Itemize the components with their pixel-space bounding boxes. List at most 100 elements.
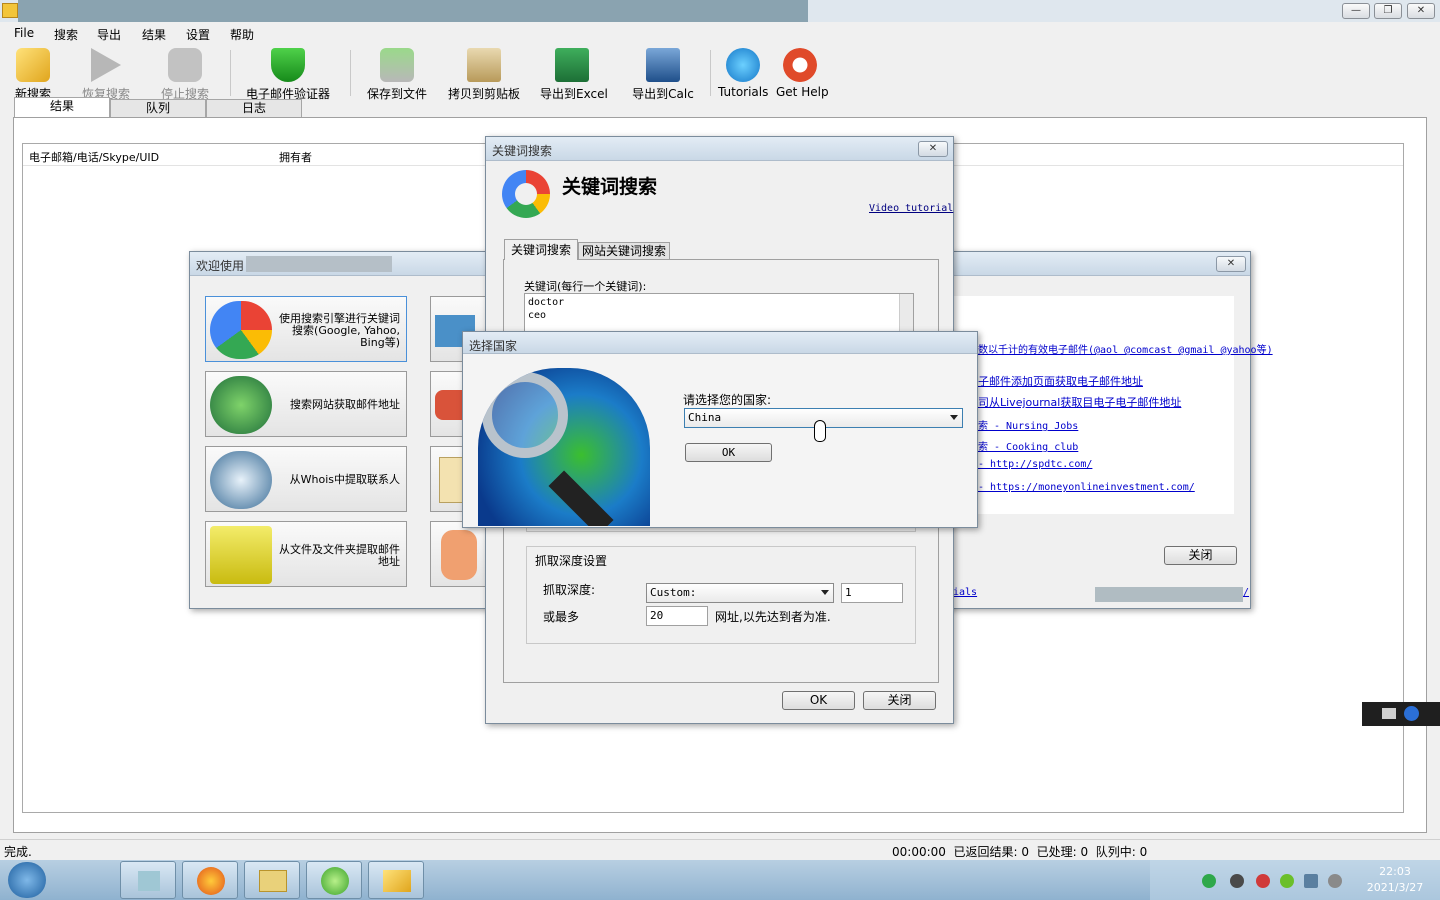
clipboard-icon [467, 48, 501, 82]
tab-keyword-search[interactable]: 关键词搜索 [504, 239, 578, 260]
export-excel-label: 导出到Excel [540, 87, 608, 101]
folder-icon [259, 870, 287, 892]
email-verifier-button[interactable]: 电子邮件验证器 [244, 48, 332, 102]
start-button[interactable] [8, 862, 46, 898]
tray-update-icon[interactable] [1280, 874, 1294, 888]
whois-extract-label: 从Whois中提取联系人 [289, 473, 400, 486]
tab-site-keyword-search[interactable]: 网站关键词搜索 [578, 242, 670, 260]
link-add-page[interactable]: 子邮件添加页面获取电子邮件地址 [978, 373, 1143, 389]
menu-export[interactable]: 导出 [97, 26, 121, 43]
title-filler [246, 256, 392, 272]
depth-select[interactable]: Custom: [646, 583, 834, 603]
export-calc-button[interactable]: 导出到Calc [632, 48, 694, 102]
menu-file[interactable]: File [14, 26, 34, 40]
whois-extract-button[interactable]: 从Whois中提取联系人 [205, 446, 407, 512]
taskbar-email-extractor[interactable] [368, 861, 424, 899]
maximize-button[interactable]: ❐ [1374, 3, 1402, 19]
close-button[interactable]: ✕ [1407, 3, 1435, 19]
tray-volume-mute-icon[interactable] [1328, 874, 1342, 888]
tab-log[interactable]: 日志 [206, 99, 302, 118]
floating-language-bar[interactable] [1362, 702, 1440, 726]
tab-queue[interactable]: 队列 [110, 99, 206, 118]
play-icon [91, 48, 121, 82]
keyword-search-engine-button[interactable]: 使用搜索引擎进行关键词搜索(Google, Yahoo, Bing等) [205, 296, 407, 362]
keyboard-icon[interactable] [1382, 708, 1396, 719]
depth-select-value: Custom: [650, 586, 697, 599]
google-logo-hole [515, 183, 537, 205]
tutorials-link[interactable]: ials [953, 587, 977, 598]
menu-results[interactable]: 结果 [142, 26, 166, 43]
file-extract-button[interactable]: 从文件及文件夹提取邮件地址 [205, 521, 407, 587]
taskbar-app-1[interactable] [120, 861, 176, 899]
depth-group-label: 抓取深度设置 [533, 552, 610, 569]
taskbar-firefox[interactable] [182, 861, 238, 899]
link-email-providers[interactable]: 数以千计的有效电子邮件(@aol @comcast @gmail @yahoo等… [978, 341, 1273, 356]
max-value-input[interactable]: 20 [646, 606, 708, 626]
help-icon[interactable] [1404, 706, 1419, 721]
tray-signal-icon[interactable] [1304, 874, 1318, 888]
app-icon [383, 870, 411, 892]
link-spdtc[interactable]: - http://spdtc.com/ [978, 459, 1092, 470]
search-websites-label: 搜索网站获取邮件地址 [290, 398, 400, 411]
taskbar-explorer[interactable] [244, 861, 300, 899]
right-link-fragment[interactable]: / [1243, 587, 1249, 598]
taskbar-sync[interactable] [306, 861, 362, 899]
copy-clipboard-button[interactable]: 拷贝到剪贴板 [446, 48, 522, 102]
welcome-close-button[interactable]: ✕ [1216, 256, 1246, 272]
save-to-file-label: 保存到文件 [366, 87, 427, 101]
keywords-textarea[interactable]: doctor ceo [524, 293, 914, 333]
menu-search[interactable]: 搜索 [54, 26, 78, 43]
status-text: 完成. [4, 845, 32, 859]
folder-icon [210, 526, 272, 584]
tab-results[interactable]: 结果 [14, 97, 110, 118]
keyword-close-button[interactable]: 关闭 [863, 691, 936, 710]
get-help-button[interactable]: Get Help [776, 48, 829, 99]
menu-settings[interactable]: 设置 [186, 26, 210, 43]
country-select-value: China [688, 411, 722, 424]
tray-network-icon[interactable] [1202, 874, 1216, 888]
sync-icon [321, 867, 349, 895]
info-icon [726, 48, 760, 82]
country-ok-button[interactable]: OK [685, 443, 772, 462]
keyword-close-x[interactable]: ✕ [918, 141, 948, 157]
column-email[interactable]: 电子邮箱/电话/Skype/UID [29, 149, 159, 165]
status-bar: 完成. 00:00:00 已返回结果: 0 已处理: 0 队列中: 0 [0, 839, 1440, 859]
link-moneyonline[interactable]: - https://moneyonlineinvestment.com/ [978, 482, 1195, 493]
tray-expand-icon[interactable] [1180, 874, 1194, 888]
keyword-ok-button[interactable]: OK [782, 691, 855, 710]
new-search-button[interactable]: 新搜索 [12, 48, 54, 102]
export-excel-button[interactable]: 导出到Excel [540, 48, 608, 102]
toolbar-separator [710, 50, 711, 96]
link-nursing-jobs[interactable]: 索 - Nursing Jobs [978, 417, 1078, 432]
tray-date: 2021/3/27 [1366, 881, 1424, 894]
keyword-heading: 关键词搜索 [562, 176, 658, 198]
download-icon [380, 48, 414, 82]
link-cooking-club[interactable]: 索 - Cooking club [978, 438, 1078, 453]
touch-tool-button[interactable] [430, 521, 486, 587]
dropdown-arrow-icon [950, 415, 958, 420]
minimize-button[interactable]: — [1342, 3, 1370, 19]
get-help-label: Get Help [776, 85, 829, 99]
tray-flag-icon[interactable] [1256, 874, 1270, 888]
search-websites-button[interactable]: 搜索网站获取邮件地址 [205, 371, 407, 437]
resume-search-button[interactable]: 恢复搜索 [80, 48, 132, 102]
google-icon [210, 301, 272, 359]
stop-search-button[interactable]: 停止搜索 [160, 48, 210, 102]
keywords-scrollbar[interactable] [899, 294, 913, 332]
column-owner[interactable]: 拥有者 [279, 149, 312, 165]
copy-clipboard-label: 拷贝到剪贴板 [447, 87, 520, 101]
welcome-close-btn[interactable]: 关闭 [1164, 546, 1237, 565]
title-area [18, 0, 808, 22]
tray-device-icon[interactable] [1230, 874, 1244, 888]
hand-touch-icon [441, 530, 477, 580]
tray-clock[interactable]: 22:03 2021/3/27 [1360, 864, 1430, 896]
dns-icon [210, 451, 272, 509]
tutorials-button[interactable]: Tutorials [718, 48, 768, 99]
keyword-search-engine-label: 使用搜索引擎进行关键词搜索(Google, Yahoo, Bing等) [279, 312, 400, 349]
save-to-file-button[interactable]: 保存到文件 [366, 48, 428, 102]
video-tutorial-link[interactable]: Video tutorial [869, 203, 953, 214]
window-titlebar: — ❐ ✕ [0, 0, 1440, 22]
link-livejournal[interactable]: 司从Livejournal获取目电子电子邮件地址 [978, 394, 1181, 410]
depth-value-input[interactable]: 1 [841, 583, 903, 603]
menu-help[interactable]: 帮助 [230, 26, 254, 43]
